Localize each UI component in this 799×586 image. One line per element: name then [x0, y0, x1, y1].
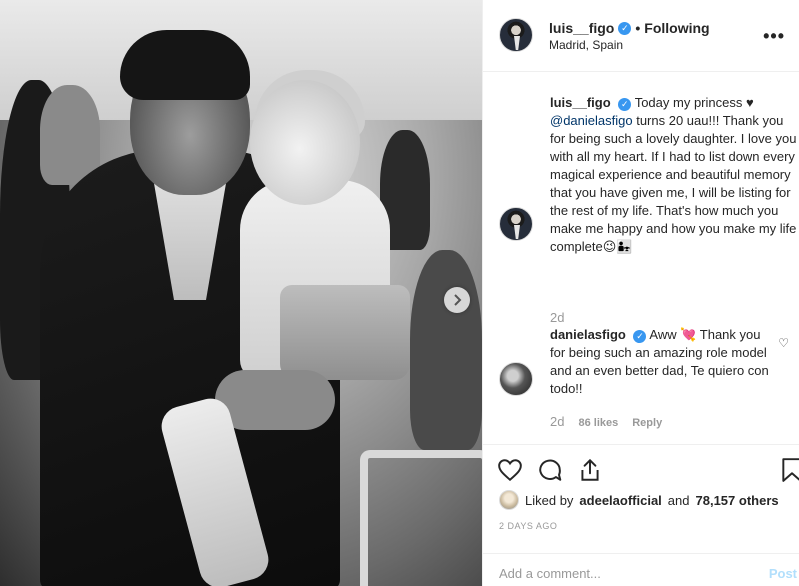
likes-and: and	[667, 492, 690, 508]
comment-meta: 2d 86 likes Reply	[550, 414, 662, 429]
chair	[360, 450, 482, 586]
liker-username[interactable]: adeelaofficial	[579, 493, 661, 508]
post-photo[interactable]	[0, 0, 482, 586]
caption-avatar[interactable]	[499, 207, 533, 241]
background-guest	[410, 250, 482, 450]
post-date[interactable]: 2 DAYS AGO	[499, 521, 557, 531]
child-handbag	[280, 285, 410, 380]
reply-button[interactable]: Reply	[632, 417, 662, 429]
bookmark-icon[interactable]	[779, 457, 799, 483]
liked-by-prefix: Liked by	[525, 492, 574, 508]
post-location[interactable]: Madrid, Spain	[549, 38, 623, 52]
caption-username[interactable]: luis__figo	[550, 95, 611, 110]
action-bar	[483, 444, 799, 492]
post-sidebar: luis__figo ✓ • Following Madrid, Spain •…	[482, 0, 799, 586]
comment-icon[interactable]	[537, 457, 563, 483]
post-header: luis__figo ✓ • Following Madrid, Spain •…	[483, 0, 799, 72]
commenter-username[interactable]: danielasfigo	[550, 327, 626, 342]
heart-icon[interactable]	[497, 457, 523, 483]
separator-dot: •	[635, 20, 641, 36]
author-row: luis__figo ✓ • Following	[549, 20, 710, 36]
post-comment-button[interactable]: Post	[769, 566, 797, 581]
comment-timestamp[interactable]: 2d	[550, 414, 564, 429]
background-guest	[40, 85, 100, 185]
comment-likes[interactable]: 86 likes	[578, 417, 618, 429]
verified-badge-icon: ✓	[618, 97, 632, 111]
comment-text: danielasfigo ✓ Aww 💘 Thank you for being…	[550, 326, 775, 398]
caption-timestamp[interactable]: 2d	[550, 310, 564, 325]
liker-avatar[interactable]	[499, 490, 519, 510]
like-comment-heart-icon[interactable]: ♡	[778, 336, 789, 350]
next-image-button[interactable]	[444, 287, 470, 313]
following-button[interactable]: Following	[644, 20, 709, 36]
caption-text: luis__figo ✓ Today my princess ♥ @daniel…	[550, 94, 799, 256]
comment-input[interactable]	[499, 566, 749, 581]
caption-text-part1: Today my princess ♥	[634, 95, 754, 110]
more-options-icon[interactable]: •••	[763, 26, 785, 47]
share-icon[interactable]	[577, 457, 603, 483]
likes-summary: Liked by adeelaofficial and 78,157 other…	[499, 490, 779, 510]
child-head	[250, 80, 360, 205]
man-hand	[215, 370, 335, 430]
add-comment-bar: Post	[483, 553, 799, 586]
verified-badge-icon: ✓	[618, 21, 632, 35]
commenter-avatar[interactable]	[499, 362, 533, 396]
caption-text-part2: turns 20 uau!!! Thank you for being such…	[550, 113, 797, 254]
author-username[interactable]: luis__figo	[549, 20, 614, 36]
chevron-right-icon	[454, 294, 462, 306]
likes-others[interactable]: 78,157 others	[696, 493, 779, 508]
verified-badge-icon: ✓	[633, 329, 647, 343]
caption-mention[interactable]: @danielasfigo	[550, 113, 633, 128]
comments-section[interactable]: luis__figo ✓ Today my princess ♥ @daniel…	[483, 72, 799, 444]
man-hair	[120, 30, 250, 100]
author-avatar[interactable]	[499, 18, 533, 52]
